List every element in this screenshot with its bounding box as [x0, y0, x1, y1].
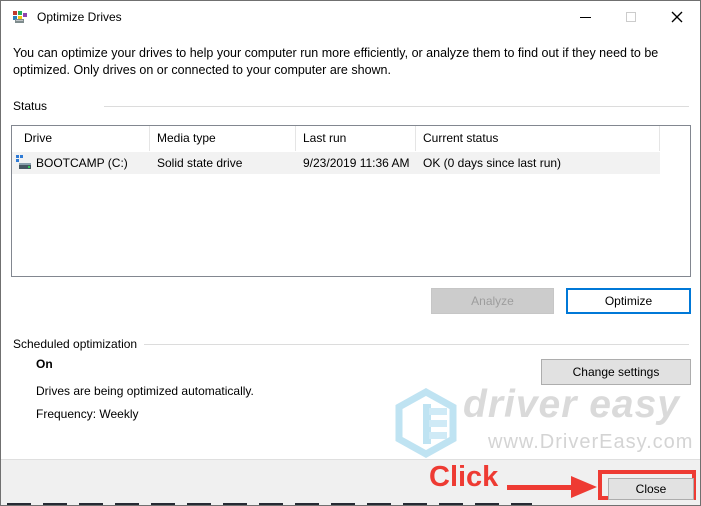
- change-settings-button[interactable]: Change settings: [541, 359, 691, 385]
- column-header-current-status[interactable]: Current status: [416, 126, 660, 151]
- optimize-button[interactable]: Optimize: [566, 288, 691, 314]
- scheduled-detail: Drives are being optimized automatically…: [36, 384, 254, 398]
- table-row[interactable]: BOOTCAMP (C:) Solid state drive 9/23/201…: [12, 152, 660, 174]
- watermark-url: www.DriverEasy.com: [488, 431, 694, 453]
- status-group-label: Status: [13, 99, 48, 113]
- close-button[interactable]: Close: [608, 478, 694, 500]
- window-title: Optimize Drives: [37, 10, 122, 24]
- column-header-drive[interactable]: Drive: [12, 126, 150, 151]
- close-window-button[interactable]: [654, 1, 700, 33]
- maximize-button: [608, 1, 654, 33]
- optimize-drives-dialog: Optimize Drives You can optimize your dr…: [0, 0, 701, 506]
- cell-media-type: Solid state drive: [157, 156, 243, 170]
- scheduled-frequency: Frequency: Weekly: [36, 407, 139, 421]
- table-header: Drive Media type Last run Current status: [12, 126, 690, 151]
- dialog-footer: Click Close: [1, 459, 700, 505]
- cell-last-run: 9/23/2019 11:36 AM: [303, 156, 410, 170]
- hard-drive-icon: [16, 155, 32, 171]
- click-annotation-label: Click: [429, 461, 499, 493]
- dialog-description: You can optimize your drives to help you…: [13, 46, 659, 77]
- click-annotation-arrow-icon: [507, 476, 599, 498]
- cell-drive: BOOTCAMP (C:): [12, 152, 150, 174]
- scheduled-group-line: [144, 344, 689, 345]
- drives-table[interactable]: Drive Media type Last run Current status: [11, 125, 691, 277]
- column-header-media-type[interactable]: Media type: [150, 126, 296, 151]
- column-header-last-run[interactable]: Last run: [296, 126, 416, 151]
- cell-current-status: OK (0 days since last run): [423, 156, 562, 170]
- scheduled-group-label: Scheduled optimization: [13, 337, 138, 351]
- maximize-icon: [626, 12, 636, 22]
- close-highlight-box: Close: [598, 470, 696, 500]
- minimize-button[interactable]: [562, 1, 608, 33]
- close-icon: [671, 11, 683, 23]
- driver-easy-logo-icon: [393, 387, 459, 459]
- minimize-icon: [579, 16, 591, 18]
- watermark-brand: driver easy: [463, 383, 680, 426]
- title-bar: Optimize Drives: [1, 1, 700, 33]
- drive-name: BOOTCAMP (C:): [36, 156, 128, 170]
- analyze-button: Analyze: [431, 288, 554, 314]
- scheduled-state: On: [36, 357, 53, 371]
- optimize-drives-app-icon: [12, 9, 28, 25]
- status-group-line: [104, 106, 689, 107]
